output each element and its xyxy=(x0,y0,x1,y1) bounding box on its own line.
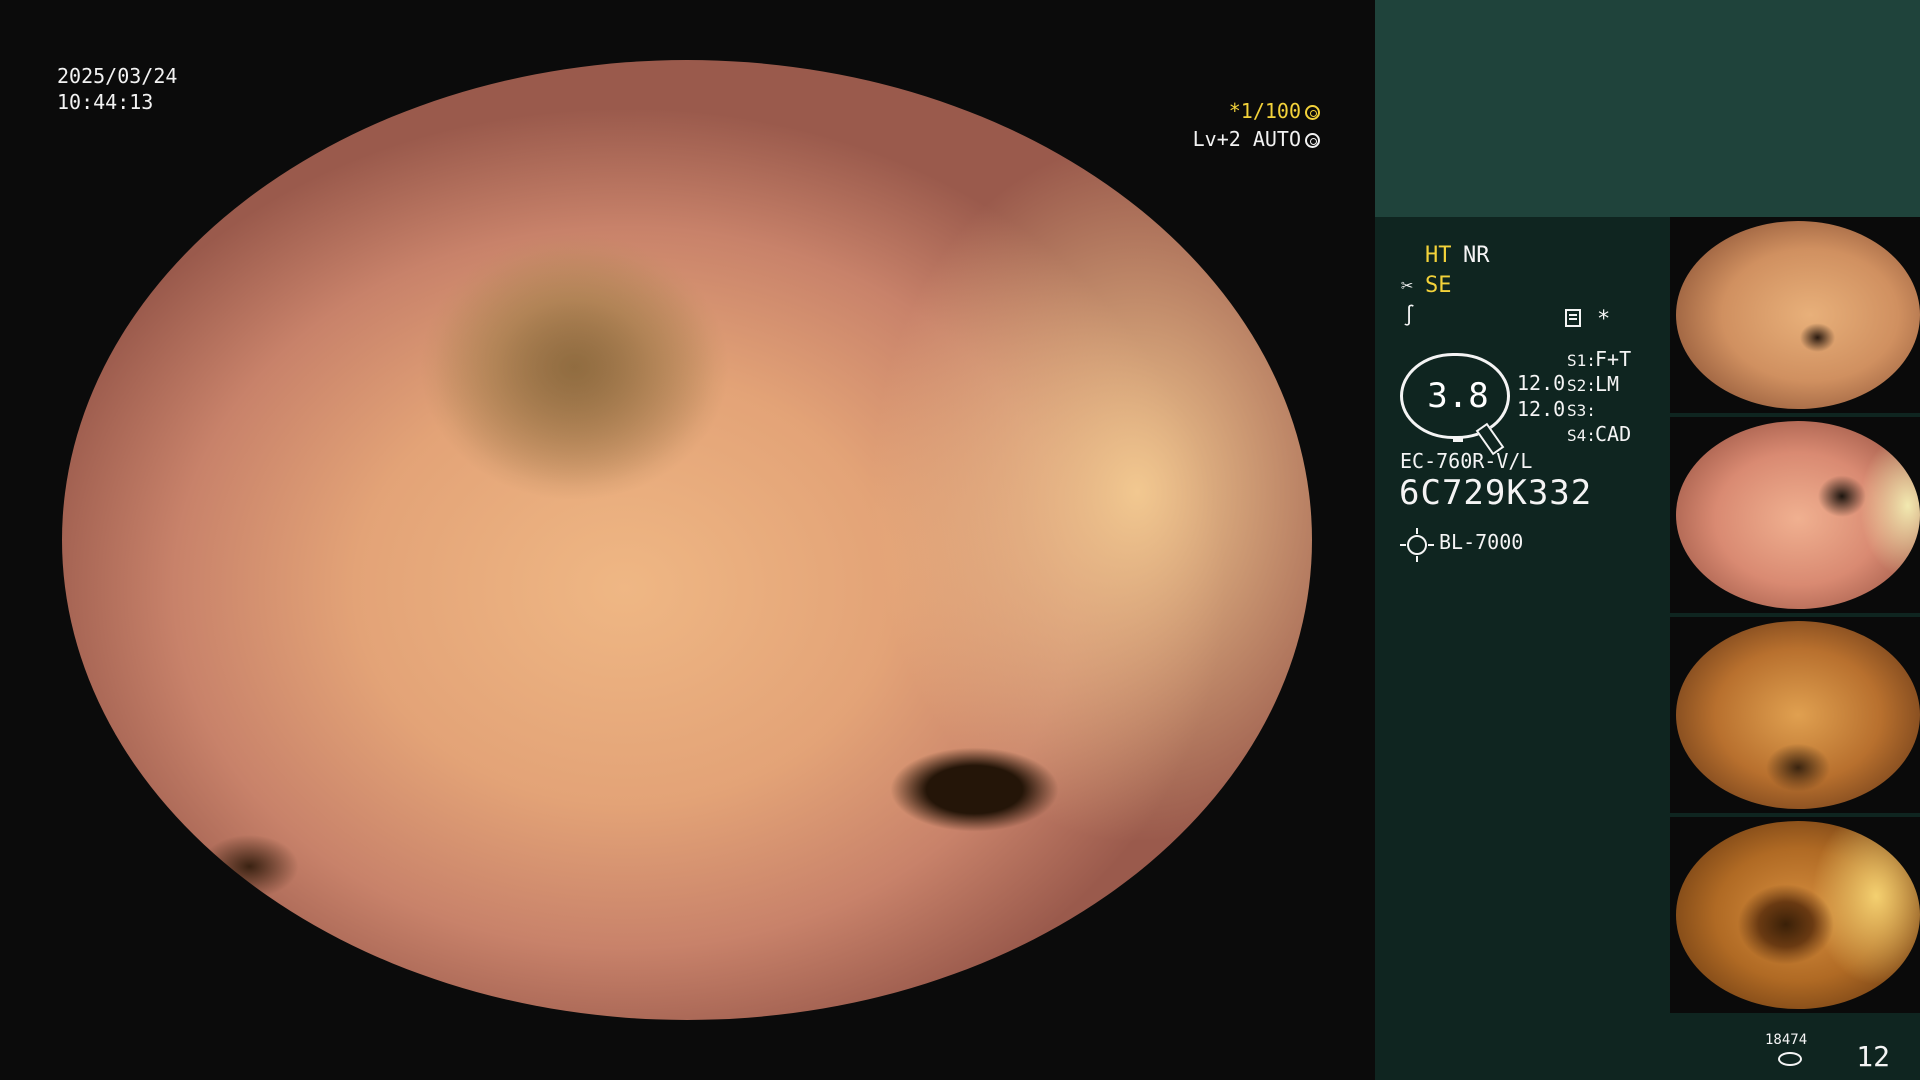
s1-value: F+T xyxy=(1595,347,1632,371)
gauge-value: 3.8 xyxy=(1427,376,1489,416)
thumbnail-image xyxy=(1676,821,1920,1009)
thumbnail-strip xyxy=(1670,217,1920,1017)
storage-count: 18474 xyxy=(1765,1032,1808,1048)
gauge-marker xyxy=(1453,436,1463,442)
wave-icon: ∫ xyxy=(1403,303,1416,327)
asterisk-label: * xyxy=(1597,307,1611,332)
sun-icon xyxy=(1400,528,1434,562)
level-line: Lv+2 AUTO xyxy=(1193,126,1320,152)
gauge: 3.8 xyxy=(1400,353,1510,456)
s1-label: S1: xyxy=(1567,351,1596,370)
document-icon xyxy=(1565,309,1581,327)
shutter-line: *1/100 xyxy=(1229,98,1320,124)
scope-model: EC-760R-V/L xyxy=(1400,449,1533,473)
timestamp: 2025/03/24 10:44:13 xyxy=(57,63,177,115)
thumbnail-4[interactable] xyxy=(1670,817,1920,1013)
nr-label: NR xyxy=(1463,243,1490,268)
thumbnail-3[interactable] xyxy=(1670,617,1920,813)
shutter-text: *1/100 xyxy=(1228,99,1301,123)
thumbnail-image xyxy=(1676,421,1920,609)
auto-circle-icon xyxy=(1305,133,1320,148)
date-text: 2025/03/24 xyxy=(57,64,178,88)
main-endoscope-view: 2025/03/24 10:44:13 *1/100 Lv+2 AUTO xyxy=(0,0,1375,1080)
value-1: 12.0 xyxy=(1517,371,1566,395)
s3-label: S3: xyxy=(1567,401,1596,420)
thumbnail-image xyxy=(1676,221,1920,409)
disk-icon xyxy=(1778,1052,1802,1066)
se-label: SE xyxy=(1425,273,1452,298)
time-text: 10:44:13 xyxy=(57,90,154,114)
s2-value: LM xyxy=(1595,372,1620,396)
image-count: 12 xyxy=(1856,1040,1890,1073)
s4-value: CAD xyxy=(1595,422,1632,446)
s4-label: S4: xyxy=(1567,426,1596,445)
settings-panel: HT NR ✂ SE ∫ * 3.8 12.0 12.0 S1: F+T S2:… xyxy=(1375,217,1675,1080)
thumbnail-2[interactable] xyxy=(1670,417,1920,613)
s2-label: S2: xyxy=(1567,376,1596,395)
scope-serial: 6C729K332 xyxy=(1399,473,1593,513)
ht-label: HT xyxy=(1425,243,1452,268)
level-text: Lv+2 AUTO xyxy=(1192,127,1301,151)
thumbnail-1[interactable] xyxy=(1670,217,1920,413)
side-panel-header xyxy=(1375,0,1920,217)
scissors-icon: ✂ xyxy=(1401,273,1414,297)
endoscope-image xyxy=(62,60,1312,1020)
thumbnail-image xyxy=(1676,621,1920,809)
value-2: 12.0 xyxy=(1517,397,1566,421)
light-source: BL-7000 xyxy=(1439,530,1524,554)
aperture-icon xyxy=(1305,105,1320,120)
